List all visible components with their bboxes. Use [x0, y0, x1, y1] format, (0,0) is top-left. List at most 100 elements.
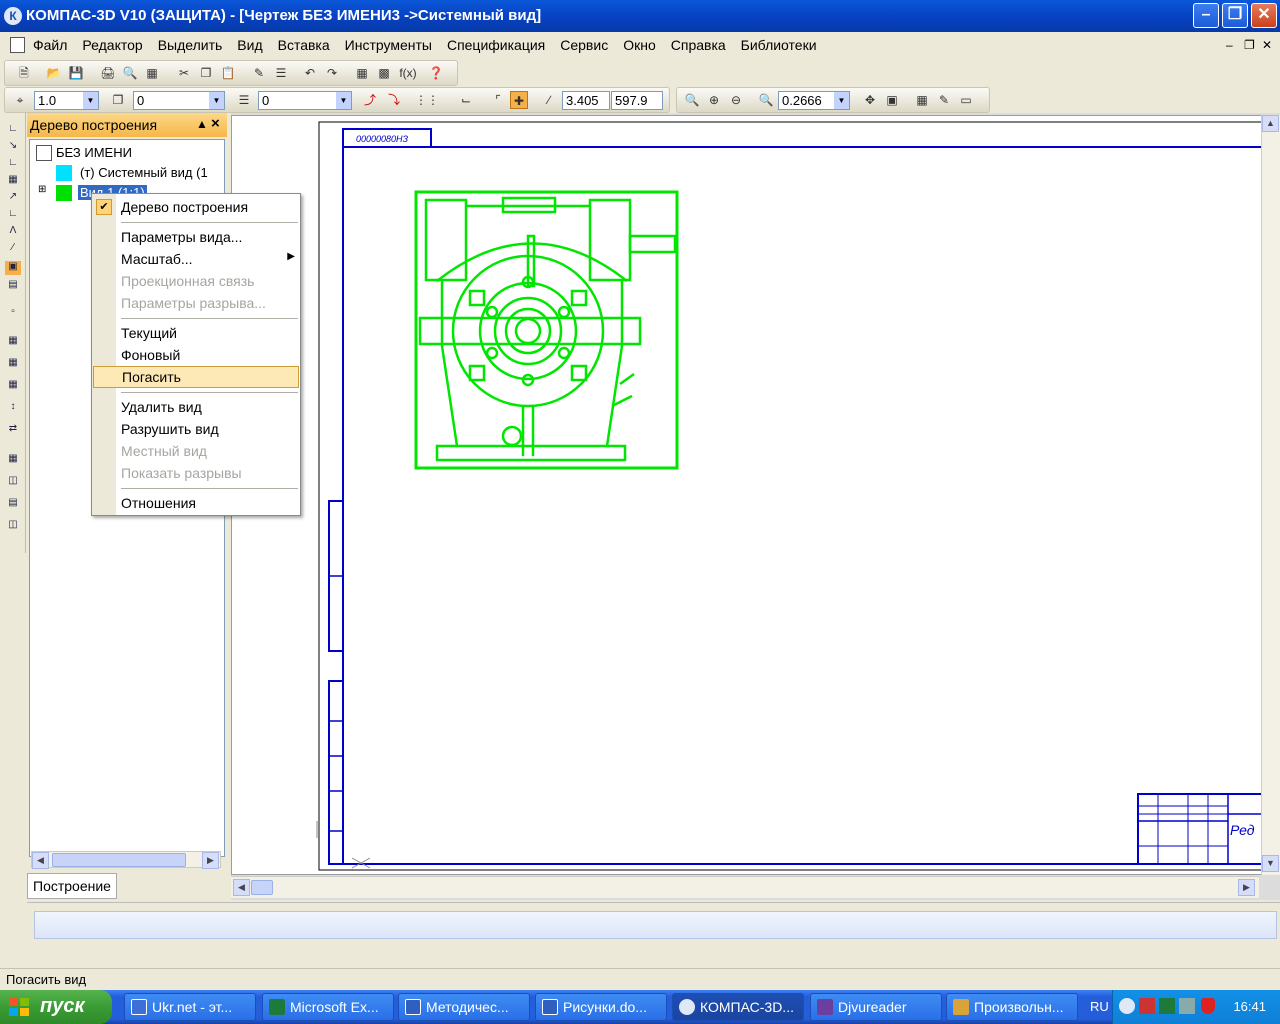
tray-shield-icon[interactable] — [1201, 998, 1215, 1014]
language-indicator[interactable]: RU — [1090, 999, 1109, 1014]
task-word-method[interactable]: Методичес... — [398, 993, 530, 1021]
scroll-right-icon[interactable]: ▶ — [202, 852, 219, 869]
menu-item-scale[interactable]: Масштаб... ▶ — [92, 248, 300, 270]
coord-x-field[interactable]: 3.405 — [562, 91, 610, 110]
menu-item-relations[interactable]: Отношения — [92, 492, 300, 514]
save-icon[interactable]: 💾 — [67, 64, 85, 82]
scroll-left-icon[interactable]: ◀ — [233, 879, 250, 896]
tree-scroll-thumb[interactable] — [52, 853, 186, 867]
zoom-out-icon[interactable]: ⊖ — [727, 91, 745, 109]
chevron-down-icon[interactable]: ▼ — [83, 92, 98, 109]
menu-select[interactable]: Выделить — [158, 37, 223, 53]
refresh-icon[interactable]: ▦ — [913, 91, 931, 109]
minimize-button[interactable]: – — [1193, 3, 1219, 28]
break-icon[interactable]: ⇄ — [5, 423, 21, 437]
maximize-button[interactable]: ❐ — [1222, 3, 1248, 28]
close-icon[interactable]: × — [211, 115, 220, 132]
snap-icon[interactable]: ⤴ — [361, 91, 379, 109]
menu-item-background[interactable]: Фоновый — [92, 344, 300, 366]
view-tool-icon[interactable]: ▫ — [5, 306, 21, 320]
library-icon[interactable]: ▩ — [375, 64, 393, 82]
scroll-down-icon[interactable]: ▼ — [1262, 855, 1279, 872]
projection-view-icon[interactable]: ▦ — [5, 335, 21, 349]
section-icon[interactable]: ▦ — [5, 379, 21, 393]
step-field[interactable]: 1.0 ▼ — [34, 91, 99, 110]
menu-item-hide[interactable]: Погасить — [93, 366, 299, 388]
notation-icon[interactable]: ∟ — [5, 157, 21, 171]
menu-item-view-params[interactable]: Параметры вида... — [92, 226, 300, 248]
menu-insert[interactable]: Вставка — [278, 37, 330, 53]
select-icon[interactable]: Λ — [5, 225, 21, 239]
menu-file[interactable]: Файл — [33, 37, 67, 53]
geometry-icon[interactable]: ∟ — [5, 123, 21, 137]
preview-icon[interactable]: ▦ — [143, 64, 161, 82]
zoom-in-icon[interactable]: ⊕ — [705, 91, 723, 109]
arrow-view-icon[interactable]: ▦ — [5, 357, 21, 371]
local-section-icon[interactable]: ◫ — [5, 475, 21, 489]
scroll-left-icon[interactable]: ◀ — [32, 852, 49, 869]
chevron-down-icon[interactable]: ▼ — [336, 92, 351, 109]
menu-view[interactable]: Вид — [237, 37, 262, 53]
document-icon[interactable] — [10, 37, 25, 53]
spec-icon[interactable]: ∕ — [5, 242, 21, 256]
associative-views-icon[interactable]: ▣ — [5, 261, 21, 275]
dimensions-icon[interactable]: ↘ — [5, 140, 21, 154]
reports-icon[interactable]: ▤ — [5, 279, 21, 293]
zoom-window-icon[interactable]: 🔍 — [683, 91, 701, 109]
mdi-minimize-button[interactable]: – — [1226, 38, 1233, 52]
paste-icon[interactable]: 📋 — [219, 64, 237, 82]
tree-root-node[interactable]: БЕЗ ИМЕНИ — [56, 145, 132, 160]
menu-specification[interactable]: Спецификация — [447, 37, 545, 53]
tree-node-system-view[interactable]: (т) Системный вид (1 — [80, 165, 208, 180]
pin-icon[interactable]: ▲ — [196, 117, 208, 131]
start-button[interactable]: пуск — [0, 990, 112, 1024]
menu-window[interactable]: Окно — [623, 37, 656, 53]
chevron-down-icon[interactable]: ▼ — [209, 92, 224, 109]
mdi-restore-button[interactable]: ❐ — [1244, 38, 1255, 52]
menu-help[interactable]: Справка — [671, 37, 726, 53]
local-cs-icon[interactable]: ⌙ — [457, 91, 475, 109]
tray-kompas-icon[interactable] — [1119, 998, 1135, 1014]
zoom-field[interactable]: 0.2666 ▼ — [778, 91, 850, 110]
menu-item-build-tree[interactable]: ✔ Дерево построения — [92, 196, 300, 218]
show-all-icon[interactable]: ▣ — [883, 91, 901, 109]
horizontal-scroll-thumb[interactable] — [251, 880, 273, 895]
scroll-right-icon[interactable]: ▶ — [1238, 879, 1255, 896]
print-icon[interactable]: 🖨 — [99, 64, 117, 82]
close-button[interactable]: ✕ — [1251, 3, 1277, 28]
task-paint[interactable]: Произвольн... — [946, 993, 1078, 1021]
view-field[interactable]: 0 ▼ — [133, 91, 225, 110]
tray-app-icon[interactable] — [1159, 998, 1175, 1014]
edit-icon[interactable]: ▦ — [5, 174, 21, 188]
layer-icon[interactable]: ☰ — [235, 91, 253, 109]
menu-item-current[interactable]: Текущий — [92, 322, 300, 344]
snap-settings-icon[interactable]: ⤵ — [385, 91, 403, 109]
chevron-down-icon[interactable]: ▼ — [834, 92, 849, 109]
vertical-scrollbar[interactable]: ▲ ▼ — [1261, 115, 1280, 875]
detail-view-icon[interactable]: ▦ — [5, 453, 21, 467]
mdi-close-button[interactable]: ✕ — [1262, 38, 1272, 52]
menu-item-delete-view[interactable]: Удалить вид — [92, 396, 300, 418]
cut-view-icon[interactable]: ▤ — [5, 497, 21, 511]
parametrization-icon[interactable]: ↗ — [5, 191, 21, 205]
menu-tools[interactable]: Инструменты — [345, 37, 432, 53]
list-icon[interactable]: ☰ — [272, 64, 290, 82]
properties-icon[interactable]: ✎ — [250, 64, 268, 82]
task-djvureader[interactable]: Djvureader — [810, 993, 942, 1021]
zoom-scale-icon[interactable]: 🔍 — [757, 91, 775, 109]
round-icon[interactable]: ✚ — [510, 91, 528, 109]
open-icon[interactable]: 📂 — [45, 64, 63, 82]
tray-network-icon[interactable] — [1179, 998, 1195, 1014]
step-icon[interactable]: ⌖ — [11, 91, 29, 109]
tray-antivirus-icon[interactable] — [1139, 998, 1155, 1014]
undo-icon[interactable]: ↶ — [301, 64, 319, 82]
grid-icon[interactable]: ⋮⋮ — [415, 91, 439, 109]
menu-service[interactable]: Сервис — [560, 37, 608, 53]
cut-icon[interactable]: ✂ — [175, 64, 193, 82]
tree-horizontal-scrollbar[interactable]: ◀ ▶ — [31, 851, 221, 869]
variables-icon[interactable]: f(x) — [397, 64, 419, 82]
horizontal-scrollbar[interactable]: ◀ ▶ — [231, 876, 1259, 898]
menu-libraries[interactable]: Библиотеки — [741, 37, 817, 53]
measure-icon[interactable]: ∟ — [5, 208, 21, 222]
layer-field[interactable]: 0 ▼ — [258, 91, 352, 110]
